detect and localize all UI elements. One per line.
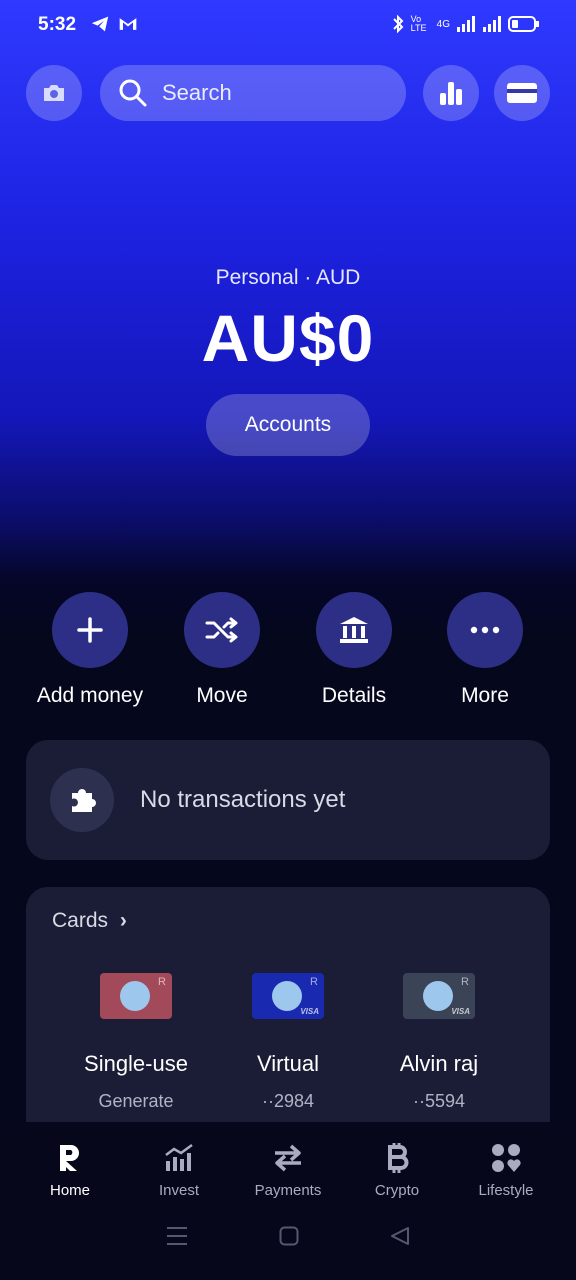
add-money-label: Add money — [36, 684, 144, 707]
visa-logo-icon: VISA — [451, 1007, 470, 1016]
nav-payments[interactable]: Payments — [233, 1140, 343, 1199]
status-time: 5:32 — [38, 14, 77, 35]
card-icon — [507, 83, 537, 103]
transfer-arrows-icon — [275, 1144, 301, 1172]
status-notification-icons — [90, 15, 138, 33]
system-nav-bar — [0, 1226, 576, 1246]
camera-icon — [44, 85, 64, 101]
no-transactions-text: No transactions yet — [140, 786, 346, 813]
card-physical[interactable]: R VISA Alvin raj ··5594 — [364, 973, 514, 1112]
battery-icon — [508, 16, 539, 32]
home-square-icon[interactable] — [279, 1226, 299, 1246]
card-thumbnail: R — [100, 973, 172, 1019]
search-placeholder: Search — [162, 80, 232, 105]
bitcoin-icon — [388, 1143, 409, 1173]
bank-icon — [340, 617, 368, 643]
transactions-panel: No transactions yet — [26, 740, 550, 860]
revolut-logo-icon: R — [158, 976, 166, 988]
bottom-nav: Home Invest Payments Crypto Lifestyle — [0, 1122, 576, 1280]
card-thumbnail: R VISA — [403, 973, 475, 1019]
cards-title-link[interactable]: Cards › — [52, 909, 127, 933]
search-icon — [119, 79, 147, 107]
nav-payments-label: Payments — [254, 1182, 322, 1199]
nav-lifestyle-label: Lifestyle — [478, 1182, 534, 1199]
accounts-button[interactable]: Accounts — [206, 394, 370, 456]
menu-icon[interactable] — [166, 1226, 188, 1246]
nav-crypto-label: Crypto — [374, 1182, 420, 1199]
card-sub: ··5594 — [412, 1091, 466, 1111]
add-money-button[interactable]: Add money — [20, 592, 160, 708]
telegram-icon — [91, 16, 109, 32]
account-label[interactable]: Personal · AUD — [0, 266, 576, 290]
status-right-icons: Vo LTE 4G — [391, 14, 540, 34]
move-button[interactable]: Move — [152, 592, 292, 708]
shuffle-icon — [205, 617, 238, 643]
clock-icon — [272, 981, 302, 1011]
plus-icon — [77, 617, 103, 643]
nav-lifestyle[interactable]: Lifestyle — [451, 1140, 561, 1199]
card-name: Virtual — [257, 1051, 319, 1076]
revolut-logo-icon — [60, 1145, 79, 1171]
chevron-right-icon: › — [119, 909, 127, 932]
revolut-logo-icon: R — [310, 976, 318, 988]
nav-home[interactable]: Home — [15, 1140, 125, 1199]
card-sub: ··2984 — [261, 1091, 315, 1111]
nav-home-label: Home — [49, 1182, 90, 1199]
details-button[interactable]: Details — [284, 592, 424, 708]
move-label: Move — [196, 684, 248, 707]
cards-panel: Cards › R Single-use Generate R VISA Vir… — [26, 887, 550, 1147]
nav-invest[interactable]: Invest — [124, 1140, 234, 1199]
camera-button[interactable] — [26, 65, 82, 121]
card-name: Single-use — [84, 1051, 188, 1076]
card-virtual[interactable]: R VISA Virtual ··2984 — [213, 973, 363, 1112]
visa-logo-icon: VISA — [300, 1007, 319, 1016]
clock-icon — [120, 981, 150, 1011]
cards-title: Cards — [52, 909, 109, 932]
balance-amount: AU$0 — [201, 301, 375, 375]
puzzle-icon — [50, 768, 114, 832]
back-icon[interactable] — [390, 1226, 410, 1246]
nav-crypto[interactable]: Crypto — [342, 1140, 452, 1199]
details-label: Details — [321, 684, 387, 707]
card-thumbnail: R VISA — [252, 973, 324, 1019]
analytics-button[interactable] — [423, 65, 479, 121]
revolut-logo-icon: R — [461, 976, 469, 988]
signal-icon — [457, 16, 475, 32]
lifestyle-grid-icon — [492, 1144, 521, 1172]
more-button[interactable]: More — [415, 592, 555, 708]
bluetooth-icon — [392, 14, 404, 34]
gmail-icon — [119, 18, 137, 30]
clock-icon — [423, 981, 453, 1011]
bar-chart-icon — [440, 82, 462, 105]
card-name: Alvin raj — [399, 1051, 479, 1076]
more-label: More — [461, 684, 509, 707]
nav-invest-label: Invest — [158, 1182, 200, 1199]
cards-button[interactable] — [494, 65, 550, 121]
more-icon — [470, 626, 500, 634]
volte-label: Vo LTE — [410, 14, 427, 33]
card-single-use[interactable]: R Single-use Generate — [61, 973, 211, 1112]
signal-icon-2 — [483, 16, 501, 32]
network-label: 4G — [436, 18, 450, 30]
invest-chart-icon — [165, 1143, 193, 1171]
search-input[interactable]: Search — [100, 65, 406, 121]
card-sub: Generate — [98, 1091, 174, 1111]
